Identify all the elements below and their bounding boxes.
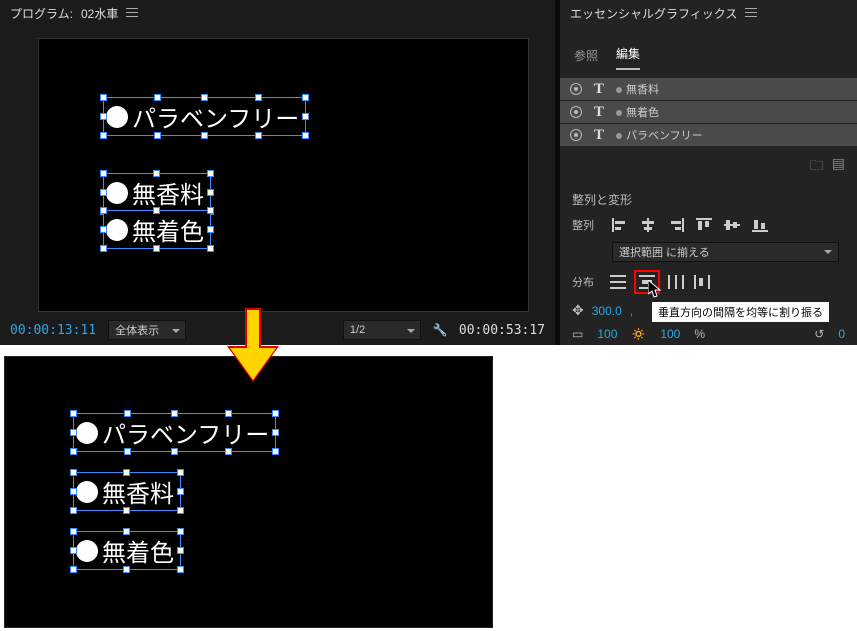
program-panel-header: プログラム: 02水車 <box>0 0 555 26</box>
program-monitor-canvas[interactable]: パラベンフリー 無香料 無着色 <box>38 38 529 312</box>
program-title-name: 02水車 <box>81 5 118 22</box>
align-top-icon[interactable] <box>694 216 714 234</box>
eg-layer-list: T 無香料 T 無着色 T パラベンフリー <box>560 78 857 146</box>
result-text-layer: パラベンフリー <box>73 413 276 452</box>
text-layer-label: 無香料 <box>102 474 174 509</box>
scale-icon: ▭ <box>572 327 583 341</box>
eg-tabs: 参照 編集 <box>560 42 857 70</box>
new-layer-icon[interactable]: ▤ <box>832 155 845 179</box>
new-folder-icon[interactable]: 🗀 <box>810 155 824 179</box>
tooltip: 垂直方向の間隔を均等に割り振る <box>652 302 829 322</box>
bullet-icon <box>106 219 128 241</box>
eg-layer-name: 無着色 <box>616 104 659 120</box>
eg-layer-row[interactable]: T 無着色 <box>560 101 857 123</box>
distribute-horizontal-space-icon[interactable] <box>692 273 712 291</box>
text-layer-paraben-free[interactable]: パラベンフリー <box>103 97 306 136</box>
panel-menu-icon[interactable] <box>126 8 138 18</box>
text-layer-label: パラベンフリー <box>102 415 269 450</box>
text-layer-color-free[interactable]: 無着色 <box>103 210 211 249</box>
arrow-annotation <box>232 308 274 386</box>
align-scope-row: 選択範囲 に揃える <box>560 238 857 266</box>
position-x-value[interactable]: 300.0 <box>592 304 622 318</box>
text-layer-label: 無着色 <box>132 212 204 247</box>
align-scope-dropdown[interactable]: 選択範囲 に揃える <box>612 242 839 262</box>
reset-icon[interactable]: ↺ <box>814 327 824 341</box>
eg-layer-name: パラベンフリー <box>616 127 703 143</box>
percent-label: % <box>694 327 705 341</box>
program-transport-bar: 00:00:13:11 全体表示 1/2 00:00:53:17 <box>10 319 545 341</box>
result-preview-canvas: パラベンフリー 無香料 無着色 <box>4 356 493 628</box>
transform-scale-row: ▭ 100 🔅 100 % ↺ 0 <box>560 323 857 345</box>
align-left-icon[interactable] <box>610 216 630 234</box>
mouse-cursor-icon <box>648 280 662 298</box>
result-text-layer: 無着色 <box>73 531 181 570</box>
eg-layer-name: 無香料 <box>616 81 659 97</box>
text-type-icon: T <box>594 127 604 144</box>
distribute-hleft-icon[interactable] <box>666 273 686 291</box>
opacity-value[interactable]: 100 <box>660 327 680 341</box>
align-transform-section-title: 整列と変形 <box>560 187 857 212</box>
duration-timecode: 00:00:53:17 <box>459 323 545 338</box>
align-label: 整列 <box>572 217 602 233</box>
align-bottom-icon[interactable] <box>750 216 770 234</box>
align-right-icon[interactable] <box>666 216 686 234</box>
eg-panel-header: エッセンシャルグラフィックス <box>560 0 857 26</box>
eg-panel-title: エッセンシャルグラフィックス <box>570 5 737 22</box>
bullet-icon <box>76 540 98 562</box>
bullet-icon <box>106 182 128 204</box>
tab-browse[interactable]: 参照 <box>574 47 598 70</box>
text-type-icon: T <box>594 81 604 98</box>
settings-wrench-icon[interactable] <box>433 323 447 337</box>
position-icon: ✥ <box>572 302 584 319</box>
eg-layer-toolbar: 🗀 ▤ <box>560 147 857 187</box>
align-vcenter-icon[interactable] <box>722 216 742 234</box>
program-panel: プログラム: 02水車 パラベンフリー 無香料 <box>0 0 556 345</box>
align-hcenter-icon[interactable] <box>638 216 658 234</box>
text-layer-label: パラベンフリー <box>132 99 299 134</box>
bullet-icon <box>106 106 128 128</box>
visibility-eye-icon[interactable] <box>570 83 582 95</box>
current-timecode[interactable]: 00:00:13:11 <box>10 323 96 338</box>
distribute-row: 分布 <box>560 266 857 298</box>
rotation-value[interactable]: 0 <box>838 327 845 341</box>
view-mode-dropdown[interactable]: 全体表示 <box>108 320 186 340</box>
tab-edit[interactable]: 編集 <box>616 45 640 70</box>
essential-graphics-panel: エッセンシャルグラフィックス 参照 編集 T 無香料 T 無着色 T パラベンフ… <box>560 0 857 345</box>
eg-layer-row[interactable]: T パラベンフリー <box>560 124 857 146</box>
opacity-icon: 🔅 <box>631 327 646 341</box>
result-text-layer: 無香料 <box>73 472 181 511</box>
text-layer-label: 無着色 <box>102 533 174 568</box>
distribute-label: 分布 <box>572 274 602 290</box>
align-row: 整列 <box>560 212 857 238</box>
bullet-icon <box>76 481 98 503</box>
visibility-eye-icon[interactable] <box>570 106 582 118</box>
distribute-vtop-icon[interactable] <box>608 273 628 291</box>
zoom-dropdown[interactable]: 1/2 <box>343 320 421 340</box>
visibility-eye-icon[interactable] <box>570 129 582 141</box>
scale-value[interactable]: 100 <box>597 327 617 341</box>
text-layer-label: 無香料 <box>132 175 204 210</box>
text-type-icon: T <box>594 104 604 121</box>
program-title-prefix: プログラム: <box>10 5 73 22</box>
panel-menu-icon[interactable] <box>745 8 757 18</box>
bullet-icon <box>76 422 98 444</box>
eg-layer-row[interactable]: T 無香料 <box>560 78 857 100</box>
